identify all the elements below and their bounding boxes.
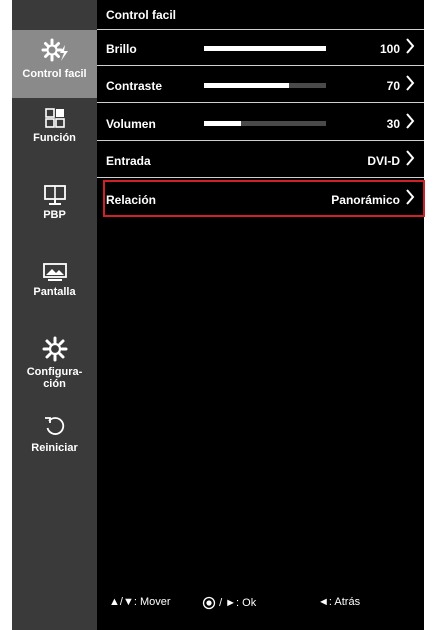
joystick-press-icon [202,596,216,610]
input-row[interactable]: Entrada DVI-D [97,141,424,178]
sidebar-item-label: Configura- [26,366,83,378]
hint-move-label: ▲/▼: Mover [109,596,171,609]
sidebar-item-label: Pantalla [33,286,76,298]
quick-settings-icon [41,38,68,62]
row-value: 70 [386,79,400,93]
picture-mode-icon [44,108,65,128]
row-value: DVI-D [367,154,400,168]
selection-highlight [103,180,425,217]
sidebar-item-label: Reiniciar [31,442,78,454]
chevron-right-icon [406,150,415,166]
chevron-right-icon [406,113,415,129]
sidebar-item-control-facil[interactable]: Control facil [12,30,97,98]
sidebar-item-pantalla[interactable]: Pantalla [12,262,97,308]
sidebar-item-label: Control facil [22,68,87,80]
row-label: Entrada [106,154,151,168]
reset-icon [44,417,64,435]
hint-back-label: ◄: Atrás [318,596,361,609]
sidebar: Control facil Función PBP Pantalla Confi… [12,0,97,630]
hint-ok-label: / ►: Ok [219,597,257,609]
menu-header: Control facil [97,0,424,30]
row-label: Volumen [106,117,156,131]
volume-slider[interactable] [204,121,326,126]
pbp-monitor-icon [43,185,66,205]
contrast-row[interactable]: Contraste 70 [97,66,424,103]
sidebar-item-funcion[interactable]: Función [12,104,97,150]
hint-ok: / ►: Ok [202,596,256,610]
contrast-slider[interactable] [204,83,326,88]
sidebar-item-label: ción [43,378,66,390]
volume-row[interactable]: Volumen 30 [97,104,424,141]
hint-back: ◄: Atrás [318,596,360,608]
page-title: Control facil [106,8,177,22]
hint-move: ▲/▼: Mover [109,596,171,608]
chevron-right-icon [406,75,415,91]
settings-gear-icon [42,336,67,362]
sidebar-item-pbp[interactable]: PBP [12,184,97,230]
row-label: Brillo [106,42,137,56]
chevron-right-icon [406,38,415,54]
sidebar-item-label: Función [33,132,76,144]
row-value: 30 [386,117,400,131]
row-label: Contraste [106,79,163,93]
osd-menu: Control facil Función PBP Pantalla Confi… [12,0,425,630]
sidebar-item-configuracion[interactable]: Configura- ción [12,336,97,398]
sidebar-item-reiniciar[interactable]: Reiniciar [12,414,97,460]
row-value: 100 [379,42,400,56]
display-image-icon [42,263,67,281]
sidebar-item-label: PBP [43,209,66,221]
brightness-slider[interactable] [204,46,326,51]
brightness-row[interactable]: Brillo 100 [97,29,424,66]
